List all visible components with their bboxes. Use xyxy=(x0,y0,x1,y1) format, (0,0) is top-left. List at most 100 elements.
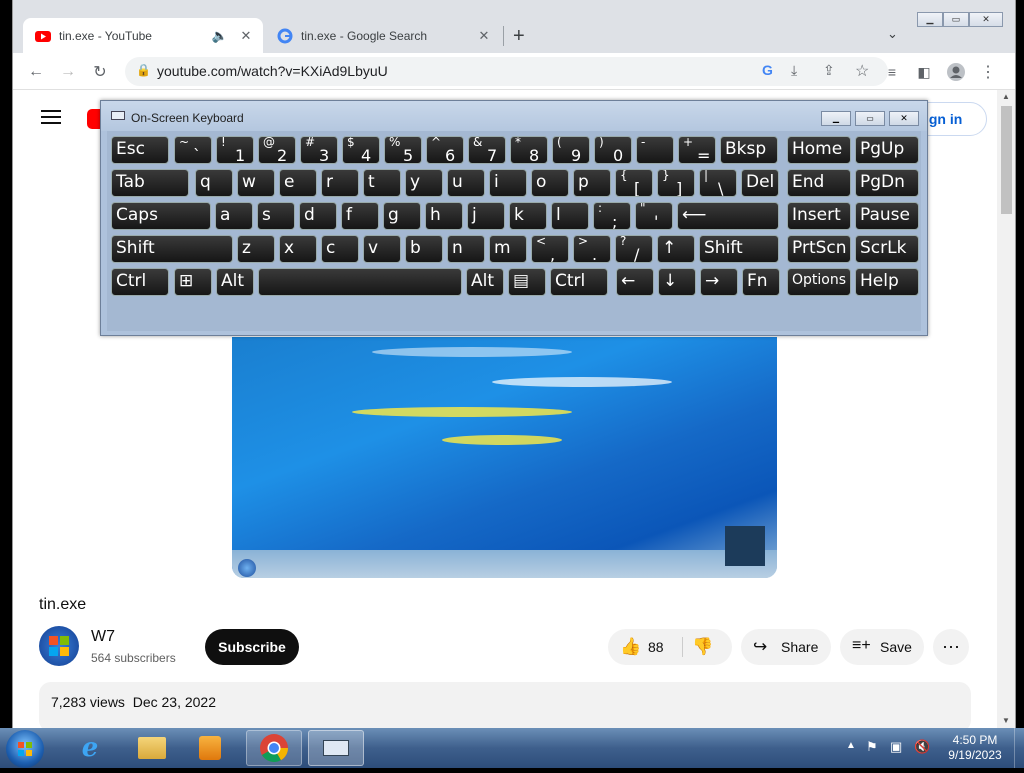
osk-key-caps[interactable]: Caps xyxy=(111,202,211,230)
address-bar[interactable]: 🔒 youtube.com/watch?v=KXiAd9LbyuU G ⤓ ⇪ … xyxy=(125,57,888,86)
taskbar-clock[interactable]: 4:50 PM 9/19/2023 xyxy=(942,733,1008,763)
osk-key-4[interactable]: $4 xyxy=(342,136,380,164)
osk-close-button[interactable]: ✕ xyxy=(889,111,919,126)
osk-key-options[interactable]: Options xyxy=(787,268,851,296)
osk-key-fn[interactable]: Fn xyxy=(742,268,780,296)
osk-key-esc[interactable]: Esc xyxy=(111,136,169,164)
osk-key-r4k5[interactable]: ▤ xyxy=(508,268,546,296)
more-actions-icon[interactable]: ⋯ xyxy=(933,629,969,665)
osk-key-7[interactable]: & 7 xyxy=(468,136,506,164)
osk-key-r2k10[interactable]: :; xyxy=(593,202,631,230)
osk-key-r4k1[interactable]: ⊞ xyxy=(174,268,212,296)
osk-key-e[interactable]: e xyxy=(279,169,317,197)
osk-key-c[interactable]: c xyxy=(321,235,359,263)
hamburger-menu-icon[interactable] xyxy=(41,110,61,124)
osk-key-prtscn[interactable]: PrtScn xyxy=(787,235,851,263)
osk-key-b[interactable]: b xyxy=(405,235,443,263)
osk-key-0[interactable]: ) 0 xyxy=(594,136,632,164)
show-desktop-button[interactable] xyxy=(1014,728,1024,768)
osk-key-scrlk[interactable]: ScrLk xyxy=(855,235,919,263)
taskbar-chrome[interactable] xyxy=(246,730,302,766)
new-tab-icon[interactable]: + xyxy=(513,25,525,48)
osk-key-r0k12[interactable]: - _ xyxy=(636,136,674,164)
back-icon[interactable]: ← xyxy=(25,61,47,83)
osk-key-pgup[interactable]: PgUp xyxy=(855,136,919,164)
osk-key-q[interactable]: q xyxy=(195,169,233,197)
close-window-button[interactable]: ✕ xyxy=(969,12,1003,27)
osk-maximize-button[interactable]: ▭ xyxy=(855,111,885,126)
reload-icon[interactable]: ↻ xyxy=(89,61,111,83)
minimize-button[interactable]: ▁ xyxy=(917,12,943,27)
osk-key-m[interactable]: m xyxy=(489,235,527,263)
osk-key-r1k12[interactable]: }] xyxy=(657,169,695,197)
osk-key-r3k10[interactable]: ? / xyxy=(615,235,653,263)
osk-key-5[interactable]: % 5 xyxy=(384,136,422,164)
share-page-icon[interactable]: ⇪ xyxy=(823,62,835,79)
taskbar-internet-explorer[interactable]: e xyxy=(62,730,118,766)
osk-key-alt[interactable]: Alt xyxy=(466,268,504,296)
osk-key-2[interactable]: @2 xyxy=(258,136,296,164)
osk-key-3[interactable]: #3 xyxy=(300,136,338,164)
osk-key-z[interactable]: z xyxy=(237,235,275,263)
start-button[interactable] xyxy=(6,730,44,768)
osk-key-ctrl[interactable]: Ctrl xyxy=(550,268,608,296)
osk-key-r4k7[interactable]: ← xyxy=(616,268,654,296)
osk-key-j[interactable]: j xyxy=(467,202,505,230)
forward-icon[interactable]: → xyxy=(57,61,79,83)
osk-key-pgdn[interactable]: PgDn xyxy=(855,169,919,197)
scroll-up-icon[interactable]: ▲ xyxy=(1002,92,1010,101)
osk-key-d[interactable]: d xyxy=(299,202,337,230)
osk-key-x[interactable]: x xyxy=(279,235,317,263)
show-hidden-icons[interactable]: ▲ xyxy=(846,740,856,751)
osk-key-a[interactable]: a xyxy=(215,202,253,230)
osk-key-1[interactable]: ! 1 xyxy=(216,136,254,164)
osk-key-g[interactable]: g xyxy=(383,202,421,230)
osk-key-r1k11[interactable]: {[ xyxy=(615,169,653,197)
google-lens-icon[interactable]: G xyxy=(762,62,773,78)
bookmark-star-icon[interactable]: ☆ xyxy=(855,61,869,81)
close-tab-icon[interactable]: ✕ xyxy=(475,28,493,44)
taskbar-explorer[interactable] xyxy=(124,730,180,766)
side-panel-icon[interactable]: ◧ xyxy=(913,61,935,83)
share-button[interactable]: ↪ Share xyxy=(741,629,831,665)
lock-icon[interactable]: 🔒 xyxy=(136,63,151,77)
osk-key-space[interactable] xyxy=(258,268,462,296)
osk-key-r4k8[interactable]: ↓ xyxy=(658,268,696,296)
osk-key-s[interactable]: s xyxy=(257,202,295,230)
osk-key-shift[interactable]: Shift xyxy=(111,235,233,263)
osk-key-n[interactable]: n xyxy=(447,235,485,263)
channel-name[interactable]: W7 xyxy=(91,628,115,646)
osk-key-y[interactable]: y xyxy=(405,169,443,197)
thumbs-down-icon[interactable]: 👎 xyxy=(692,637,713,657)
osk-minimize-button[interactable]: ▁ xyxy=(821,111,851,126)
channel-avatar[interactable] xyxy=(39,626,79,666)
osk-key-r2k11[interactable]: " ' xyxy=(635,202,673,230)
network-icon[interactable]: ▣ xyxy=(890,739,902,755)
thumbs-up-icon[interactable]: 👍 xyxy=(620,637,641,657)
osk-key-i[interactable]: i xyxy=(489,169,527,197)
osk-key-h[interactable]: h xyxy=(425,202,463,230)
osk-key-bksp[interactable]: Bksp xyxy=(720,136,778,164)
page-scrollbar[interactable]: ▲ ▼ xyxy=(997,90,1015,728)
tab-search-icon[interactable]: ⌄ xyxy=(887,26,898,42)
osk-key-k[interactable]: k xyxy=(509,202,547,230)
taskbar-osk[interactable] xyxy=(308,730,364,766)
osk-key-l[interactable]: l xyxy=(551,202,589,230)
osk-key-p[interactable]: p xyxy=(573,169,611,197)
osk-key-ctrl[interactable]: Ctrl xyxy=(111,268,169,296)
description-box[interactable]: 7,283 views Dec 23, 2022 xyxy=(39,682,971,728)
maximize-button[interactable]: ▭ xyxy=(943,12,969,27)
scroll-down-icon[interactable]: ▼ xyxy=(1002,716,1010,725)
osk-key-9[interactable]: (9 xyxy=(552,136,590,164)
menu-kebab-icon[interactable]: ⋮ xyxy=(977,61,999,83)
osk-key-w[interactable]: w xyxy=(237,169,275,197)
close-tab-icon[interactable]: ✕ xyxy=(237,28,255,44)
speaker-icon[interactable]: 🔈 xyxy=(211,28,229,44)
taskbar-media-player[interactable] xyxy=(182,730,238,766)
osk-key-alt[interactable]: Alt xyxy=(216,268,254,296)
osk-key-insert[interactable]: Insert xyxy=(787,202,851,230)
osk-key-v[interactable]: v xyxy=(363,235,401,263)
osk-key-6[interactable]: ^ 6 xyxy=(426,136,464,164)
osk-key-shift[interactable]: Shift xyxy=(699,235,779,263)
osk-key-r3k8[interactable]: <, xyxy=(531,235,569,263)
